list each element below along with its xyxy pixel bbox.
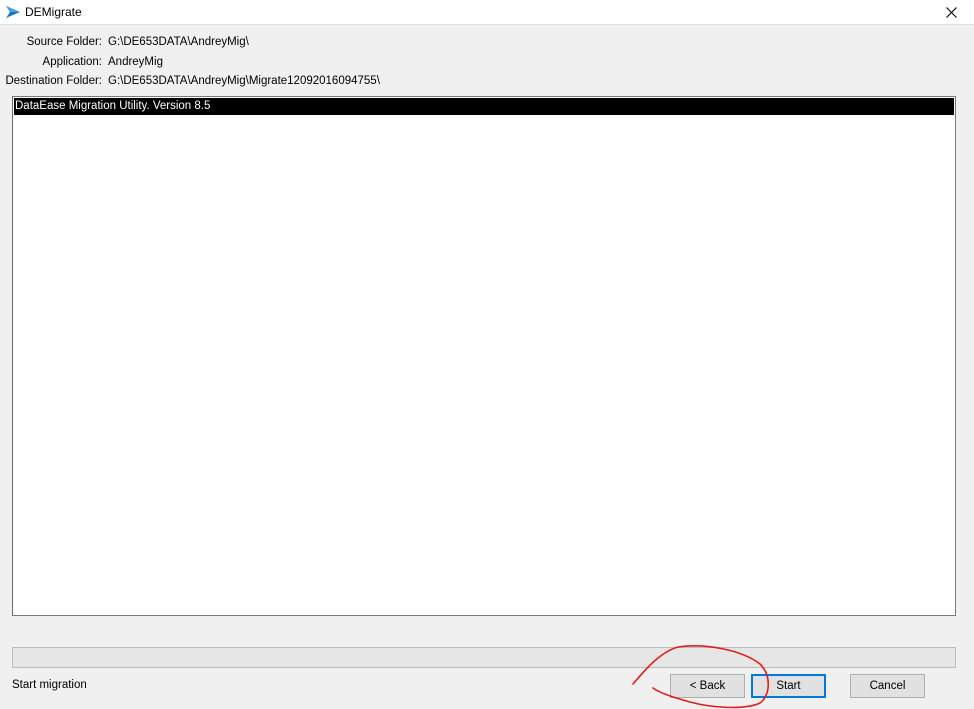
cancel-button[interactable]: Cancel xyxy=(850,674,925,698)
status-text: Start migration xyxy=(12,679,87,691)
start-button[interactable]: Start xyxy=(751,674,826,698)
title-bar: DEMigrate xyxy=(0,0,974,25)
progress-bar xyxy=(12,647,956,668)
close-button[interactable] xyxy=(928,0,974,24)
destination-folder-value: G:\DE653DATA\AndreyMig\Migrate1209201609… xyxy=(108,75,380,87)
source-folder-value: G:\DE653DATA\AndreyMig\ xyxy=(108,36,249,48)
log-line[interactable]: DataEase Migration Utility. Version 8.5 xyxy=(14,98,954,115)
application-value: AndreyMig xyxy=(108,56,163,68)
bird-arrow-icon xyxy=(6,6,20,18)
close-icon xyxy=(945,6,957,18)
application-label: Application: xyxy=(42,56,102,68)
destination-folder-label: Destination Folder: xyxy=(5,75,102,87)
window-title: DEMigrate xyxy=(25,5,82,19)
back-button[interactable]: < Back xyxy=(670,674,745,698)
migration-log-list[interactable]: DataEase Migration Utility. Version 8.5 xyxy=(12,96,956,616)
source-folder-label: Source Folder: xyxy=(26,36,102,48)
